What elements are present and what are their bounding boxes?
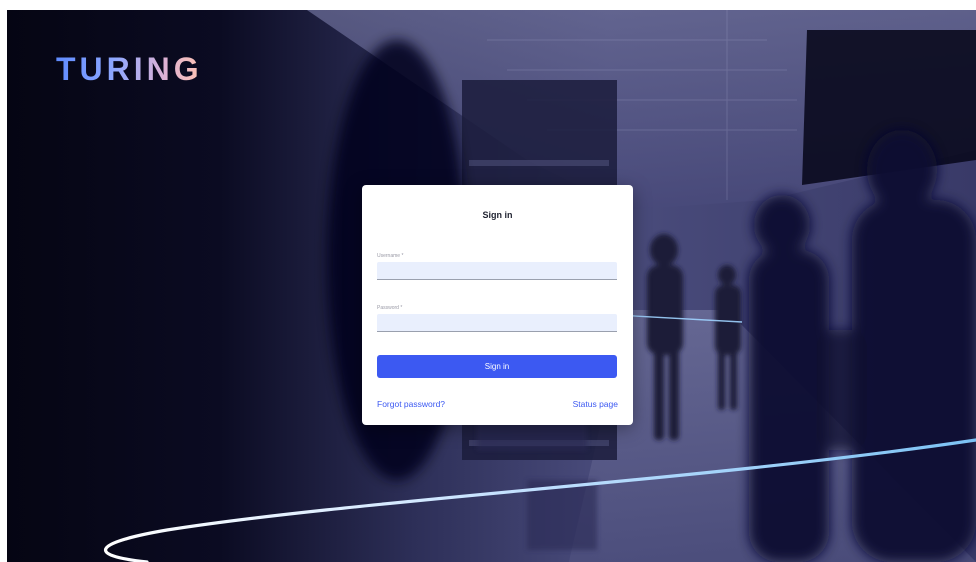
turing-logo: TURING <box>56 51 203 87</box>
password-label: Password * <box>377 305 403 311</box>
forgot-password-link[interactable]: Forgot password? <box>377 399 445 409</box>
password-field[interactable] <box>377 314 617 332</box>
sign-in-card: Sign in Username * Password * Sign in Fo… <box>362 185 633 425</box>
login-page: TURING Sign in Username * Password * Sig… <box>7 10 976 562</box>
username-field[interactable] <box>377 262 617 280</box>
sign-in-button[interactable]: Sign in <box>377 355 617 378</box>
username-label: Username * <box>377 253 404 259</box>
status-page-link[interactable]: Status page <box>573 399 618 409</box>
card-title: Sign in <box>482 210 513 220</box>
